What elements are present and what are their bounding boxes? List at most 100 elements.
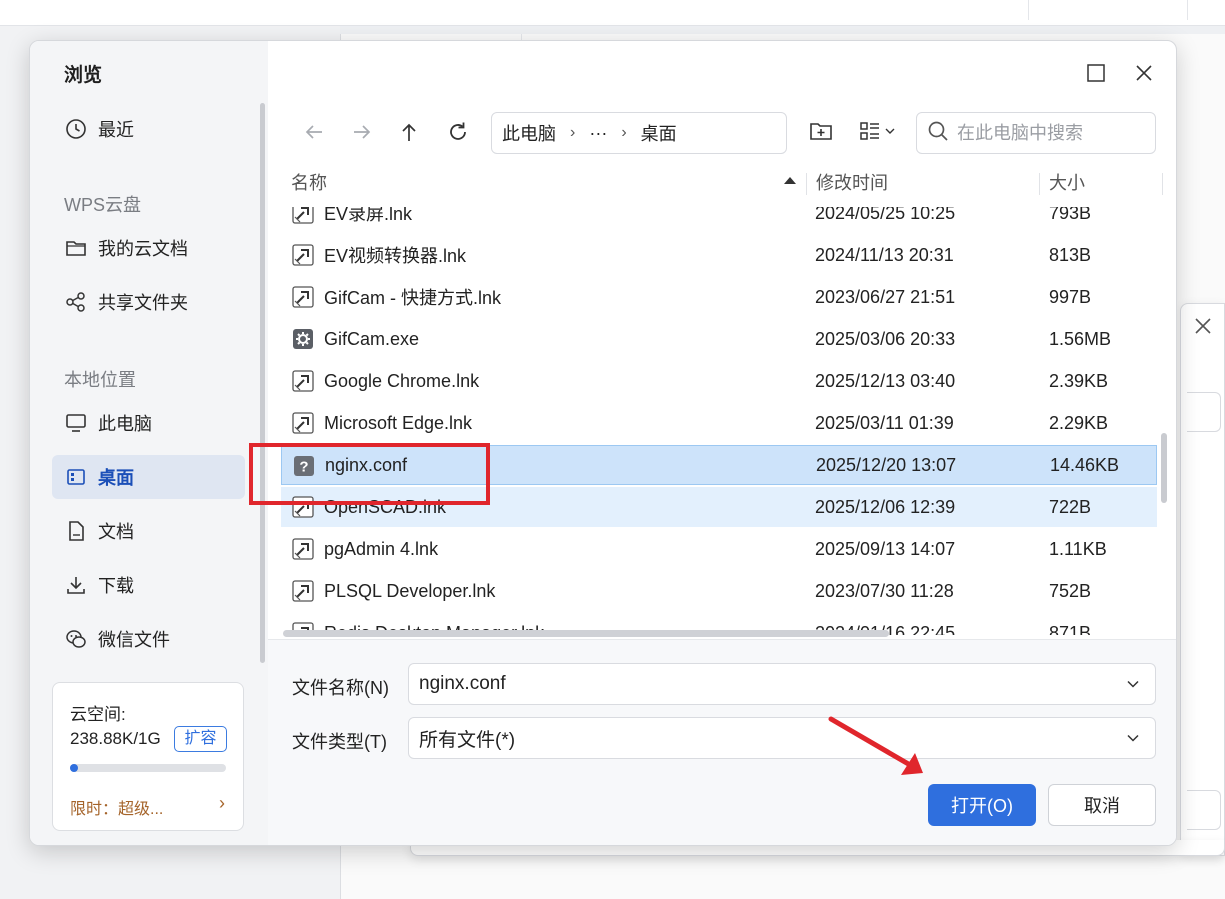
refresh-icon [446,120,470,149]
file-modified-date: 2025/09/13 14:07 [815,538,956,559]
background-app-topbar [0,0,1225,26]
arrow-up-icon [398,121,420,148]
sidebar-item-wechat-files[interactable]: 微信文件 [52,617,245,661]
forward-button[interactable] [347,119,377,149]
close-icon[interactable] [1132,61,1156,85]
filename-value[interactable]: nginx.conf [419,673,506,695]
sidebar-item-desktop[interactable]: 桌面 [52,455,245,499]
sidebar-item-label: 此电脑 [98,414,152,434]
file-name: Microsoft Edge.lnk [324,412,473,433]
sidebar-item-recent[interactable]: 最近 [52,107,245,151]
folder-icon [64,236,88,260]
chevron-right-icon[interactable]: › [219,793,225,814]
expand-storage-button[interactable]: 扩容 [174,726,227,752]
close-icon[interactable] [1193,316,1213,336]
sidebar-item-shared-folder[interactable]: 共享文件夹 [52,280,245,324]
back-button[interactable] [299,119,329,149]
file-modified-date: 2025/03/11 01:39 [815,412,954,433]
file-modified-date: 2025/12/20 13:07 [816,454,957,475]
file-modified-date: 2023/06/27 21:51 [815,286,956,307]
file-row[interactable]: PLSQL Developer.lnk 2023/07/30 11:28 752B [281,571,1157,611]
file-row[interactable]: EV视频转换器.lnk 2024/11/13 20:31 813B [281,235,1157,275]
column-divider[interactable] [806,173,807,195]
sidebar-item-label: 我的云文档 [98,239,188,259]
file-row[interactable]: GifCam - 快捷方式.lnk 2023/06/27 21:51 997B [281,277,1157,317]
background-dialog [1180,303,1225,856]
section-label-local: 本地位置 [64,370,136,390]
shortcut-icon [292,370,314,392]
maximize-icon[interactable] [1084,61,1108,85]
sidebar-item-my-cloud-docs[interactable]: 我的云文档 [52,226,245,270]
filename-label: 文件名称(N) [292,678,389,698]
cloud-storage-card: 云空间: 238.88K/1G 扩容 限时：超级... › [52,682,244,831]
breadcrumb-more[interactable]: ··· [589,123,607,144]
file-size: 1.56MB [1049,328,1112,349]
cancel-button[interactable]: 取消 [1048,784,1156,826]
sidebar-item-downloads[interactable]: 下载 [52,563,245,607]
document-icon [64,519,88,543]
column-divider[interactable] [1039,173,1040,195]
shortcut-icon [292,286,314,308]
search-input[interactable] [957,122,1147,144]
sidebar-item-label: 共享文件夹 [98,293,188,313]
file-row[interactable]: pgAdmin 4.lnk 2025/09/13 14:07 1.11KB [281,529,1157,569]
file-name: pgAdmin 4.lnk [324,538,439,559]
chevron-down-icon[interactable] [1125,676,1141,698]
wechat-icon [64,627,88,651]
view-mode-button[interactable] [854,117,900,149]
breadcrumb-item[interactable]: 此电脑 [502,120,556,146]
background-button [1187,790,1221,830]
chevron-right-icon[interactable]: › [621,124,626,142]
refresh-button[interactable] [443,119,473,149]
file-size: 2.29KB [1049,412,1109,433]
file-size: 997B [1049,286,1092,307]
file-modified-date: 2024/11/13 20:31 [815,244,954,265]
file-row[interactable]: EV录屏.lnk 2024/05/25 10:25 793B [281,207,1157,233]
column-header-name[interactable]: 名称 [291,169,327,199]
file-list-vertical-scrollbar[interactable] [1161,433,1167,503]
file-list: EV录屏.lnk 2024/05/25 10:25 793B EV视频转换器.lnk 2… [281,207,1157,635]
view-list-icon [858,119,882,148]
cloud-storage-usage: 238.88K/1G [70,729,161,748]
promo-link[interactable]: 限时：超级... [70,795,163,819]
file-size: 871B [1049,622,1092,636]
storage-progress-fill [70,764,78,772]
shortcut-icon [292,412,314,434]
column-header-size[interactable]: 大小 [1049,169,1085,199]
file-open-dialog: 浏览 最近 WPS云盘 我的云文档 共享文件夹 本地位置 此电脑 桌面 文档 下… [29,40,1177,846]
file-list-horizontal-scrollbar[interactable] [283,630,889,637]
column-divider[interactable] [1162,173,1163,195]
file-name: Google Chrome.lnk [324,370,480,391]
file-size: 14.46KB [1050,454,1120,475]
sidebar: 浏览 最近 WPS云盘 我的云文档 共享文件夹 本地位置 此电脑 桌面 文档 下… [30,41,268,845]
sidebar-item-documents[interactable]: 文档 [52,509,245,553]
up-button[interactable] [394,119,424,149]
filetype-value[interactable]: 所有文件(*) [419,725,515,752]
new-folder-button[interactable] [806,117,836,149]
background-divider [1028,0,1029,20]
desktop-icon [64,465,88,489]
annotation-highlight-box [249,443,490,505]
file-row[interactable]: Google Chrome.lnk 2025/12/13 03:40 2.39KB [281,361,1157,401]
file-row[interactable]: Microsoft Edge.lnk 2025/03/11 01:39 2.29KB [281,403,1157,443]
sidebar-item-label: 最近 [98,120,134,140]
column-header-modified[interactable]: 修改时间 [816,169,888,199]
shortcut-icon [292,244,314,266]
chevron-down-icon[interactable] [1125,730,1141,752]
filetype-select[interactable]: 所有文件(*) [408,717,1156,759]
sidebar-item-label: 文档 [98,522,134,542]
chevron-down-icon [884,124,896,142]
chevron-right-icon[interactable]: › [570,124,575,142]
file-modified-date: 2025/12/06 12:39 [815,496,956,517]
sidebar-scrollbar[interactable] [260,103,265,663]
search-box[interactable] [916,112,1156,154]
sidebar-item-this-pc[interactable]: 此电脑 [52,401,245,445]
filename-combobox[interactable]: nginx.conf [408,663,1156,705]
background-divider [1187,0,1188,20]
breadcrumb-item[interactable]: 桌面 [641,120,677,146]
open-button[interactable]: 打开(O) [928,784,1036,826]
file-row[interactable]: GifCam.exe 2025/03/06 20:33 1.56MB [281,319,1157,359]
download-icon [64,573,88,597]
file-name: GifCam - 快捷方式.lnk [324,288,502,308]
file-modified-date: 2025/12/13 03:40 [815,370,956,391]
